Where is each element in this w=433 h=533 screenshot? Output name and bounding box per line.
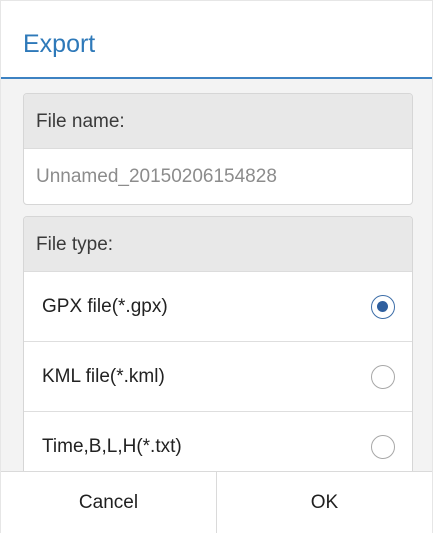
file-type-option-gpx[interactable]: GPX file(*.gpx): [24, 272, 412, 342]
file-type-section: File type: GPX file(*.gpx) KML file(*.km…: [23, 216, 413, 471]
file-name-input[interactable]: Unnamed_20150206154828: [24, 149, 412, 204]
option-label: GPX file(*.gpx): [42, 296, 168, 317]
dialog-body[interactable]: File name: Unnamed_20150206154828 File t…: [1, 79, 432, 471]
radio-button[interactable]: [371, 435, 395, 459]
file-type-option-kml[interactable]: KML file(*.kml): [24, 342, 412, 412]
radio-button[interactable]: [371, 365, 395, 389]
dialog-title-bar: Export: [1, 1, 432, 79]
cancel-button[interactable]: Cancel: [1, 472, 216, 533]
radio-button-checked[interactable]: [371, 295, 395, 319]
ok-button[interactable]: OK: [217, 472, 432, 533]
file-name-label: File name:: [24, 94, 412, 149]
option-label: KML file(*.kml): [42, 366, 165, 387]
file-name-section: File name: Unnamed_20150206154828: [23, 93, 413, 205]
dialog-footer: Cancel OK: [1, 471, 432, 533]
file-type-label: File type:: [24, 217, 412, 272]
file-type-option-txt[interactable]: Time,B,L,H(*.txt): [24, 412, 412, 471]
option-label: Time,B,L,H(*.txt): [42, 436, 182, 457]
dialog-title: Export: [23, 30, 96, 58]
export-dialog: Export File name: Unnamed_20150206154828…: [0, 0, 433, 533]
